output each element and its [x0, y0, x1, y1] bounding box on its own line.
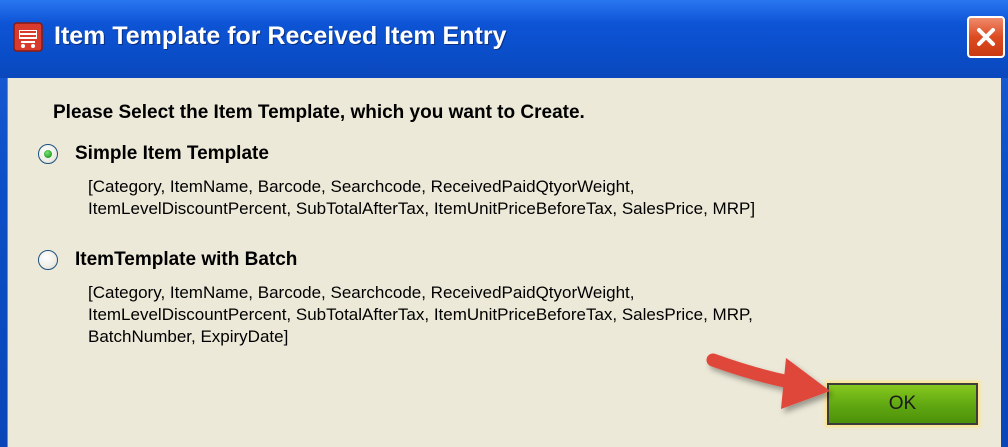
option-label: ItemTemplate with Batch: [75, 249, 298, 270]
option-itemtemplate-with-batch[interactable]: ItemTemplate with Batch: [38, 249, 297, 271]
option-label: Simple Item Template: [75, 143, 269, 164]
description-line: [Category, ItemName, Barcode, Searchcode…: [88, 177, 635, 196]
description-line: [Category, ItemName, Barcode, Searchcode…: [88, 283, 635, 302]
close-icon: [977, 28, 995, 46]
description-line: BatchNumber, ExpiryDate]: [88, 327, 289, 346]
description-line: ItemLevelDiscountPercent, SubTotalAfterT…: [88, 305, 753, 324]
window-title: Item Template for Received Item Entry: [54, 22, 507, 50]
dialog-body: Please Select the Item Template, which y…: [7, 78, 1001, 447]
close-button[interactable]: [967, 16, 1005, 58]
dialog-window: Item Template for Received Item Entry Pl…: [0, 0, 1008, 447]
title-bar[interactable]: Item Template for Received Item Entry: [0, 0, 1008, 78]
cart-icon: [13, 22, 43, 52]
ok-button[interactable]: OK: [827, 383, 978, 425]
description-line: ItemLevelDiscountPercent, SubTotalAfterT…: [88, 199, 756, 218]
radio-itemtemplate-with-batch[interactable]: [38, 250, 58, 270]
option-simple-item-template[interactable]: Simple Item Template: [38, 143, 269, 165]
radio-selected-dot: [44, 150, 52, 158]
option-description: [Category, ItemName, Barcode, Searchcode…: [88, 176, 755, 220]
radio-simple-item-template[interactable]: [38, 144, 58, 164]
option-description: [Category, ItemName, Barcode, Searchcode…: [88, 282, 753, 348]
instruction-heading: Please Select the Item Template, which y…: [53, 102, 585, 123]
